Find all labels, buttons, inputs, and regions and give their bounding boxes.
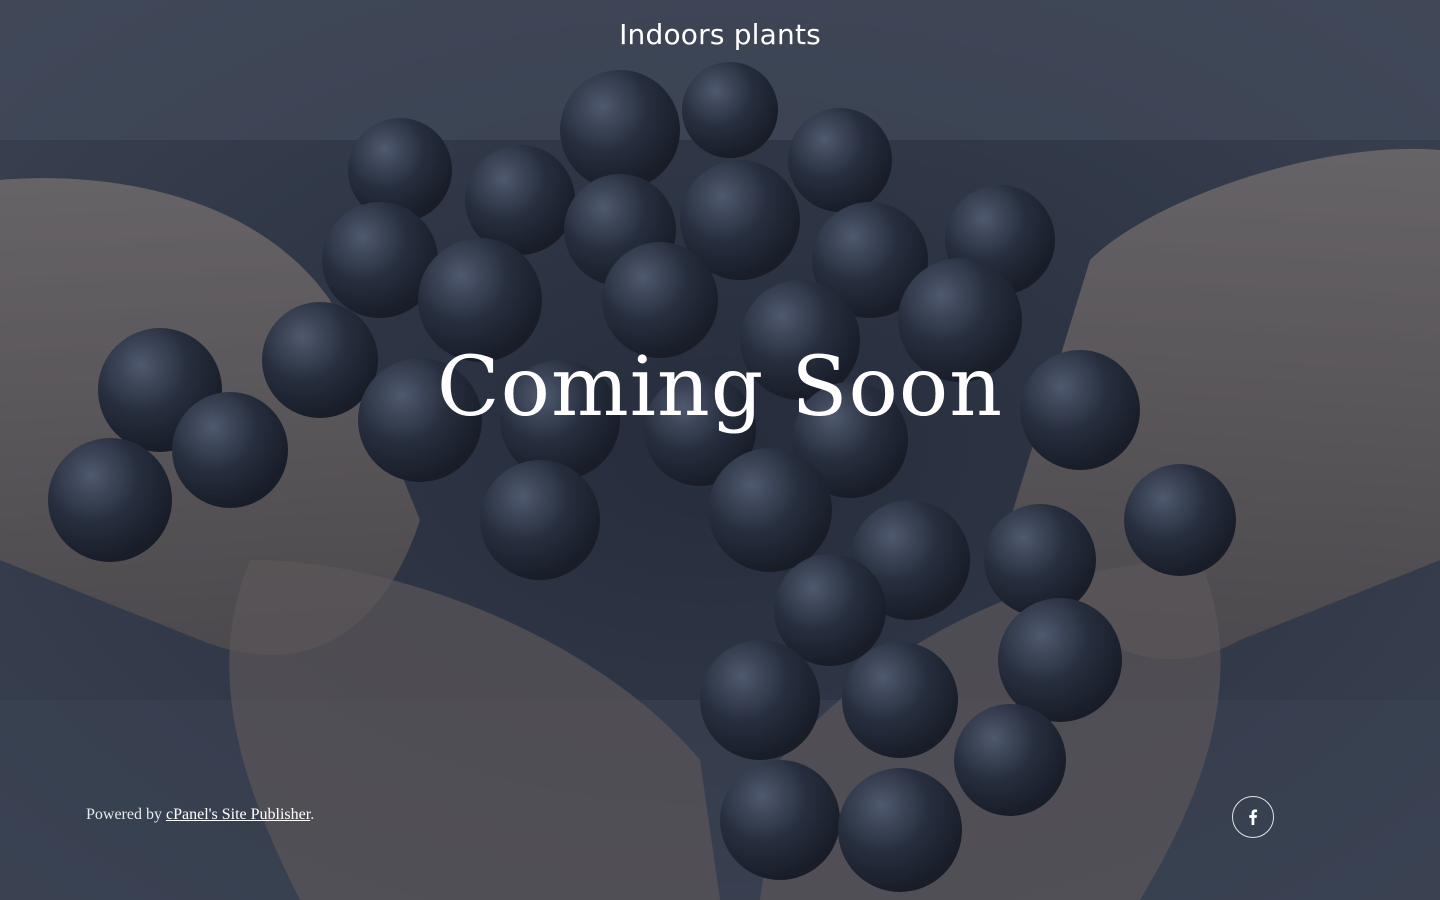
coming-soon-heading: Coming Soon [436, 340, 1004, 435]
powered-by-suffix: . [310, 806, 315, 823]
site-publisher-link[interactable]: cPanel's Site Publisher [166, 806, 310, 823]
facebook-icon [1249, 809, 1258, 825]
powered-by-prefix: Powered by [86, 806, 166, 823]
dark-overlay [0, 0, 1440, 900]
site-title: Indoors plants [619, 18, 821, 51]
powered-by-credit: Powered by cPanel's Site Publisher. [86, 806, 314, 824]
coming-soon-page: Indoors plants Coming Soon Powered by cP… [0, 0, 1440, 900]
facebook-button[interactable] [1232, 796, 1274, 838]
